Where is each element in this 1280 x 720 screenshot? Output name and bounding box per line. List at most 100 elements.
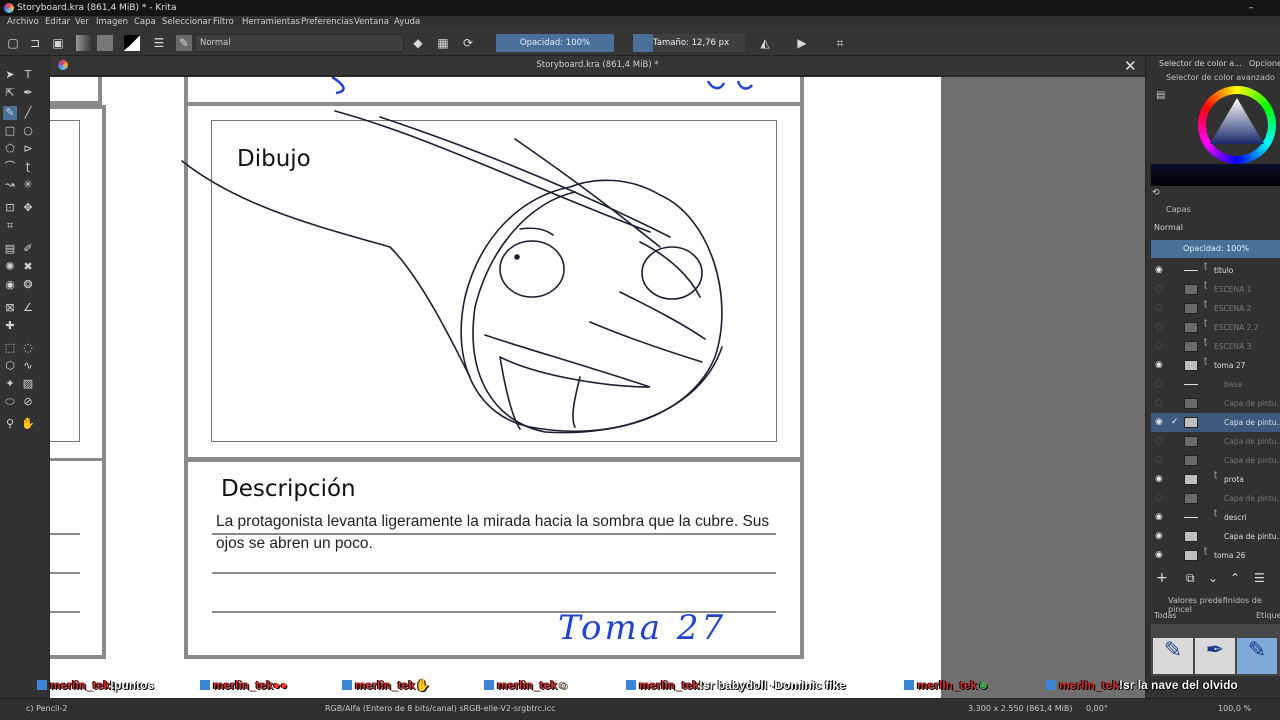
layer-row[interactable]: ○ base (1151, 375, 1280, 394)
color-settings-icon[interactable]: ▤ (1156, 90, 1165, 101)
polygon-tool-icon[interactable]: ⬠ (3, 142, 17, 156)
duplicate-layer-icon[interactable]: ⧉ (1186, 571, 1195, 586)
enclose-fill-icon[interactable]: ❂ (21, 278, 35, 292)
minimize-button[interactable]: – (1244, 0, 1258, 16)
layer-row[interactable]: ○ Capa de pintu... (1151, 489, 1280, 508)
gradient-tool-icon[interactable]: ▤ (3, 242, 17, 256)
options-tab[interactable]: Opcione (1249, 59, 1280, 68)
menu-editar[interactable]: Editar (45, 17, 70, 27)
open-folder-icon[interactable]: ⊐ (27, 35, 43, 51)
menu-filtro[interactable]: Filtro (213, 17, 234, 27)
visibility-eye-icon[interactable]: ◉ (1155, 265, 1166, 276)
bezier-tool-icon[interactable]: ⌒ (3, 160, 17, 174)
mirror-horizontal-icon[interactable]: ◭ (757, 35, 773, 51)
layer-row[interactable]: ◉ ʈ toma 27 (1151, 356, 1280, 375)
brush-preset-pen-icon[interactable]: ✒ (1195, 638, 1235, 674)
close-document-button[interactable]: ✕ (1124, 57, 1137, 75)
smart-patch-icon[interactable]: ✖ (21, 260, 35, 274)
save-icon[interactable]: ▣ (50, 35, 66, 51)
freehand-brush-icon[interactable]: ✎ (3, 106, 17, 120)
brush-tag-select[interactable]: Etique (1256, 611, 1280, 620)
visibility-eye-icon[interactable]: ◉ (1155, 474, 1166, 485)
visibility-eye-icon[interactable]: ◉ (1155, 512, 1166, 523)
layer-row[interactable]: ○ Capa de pintu... (1151, 394, 1280, 413)
select-shapes-icon[interactable]: ➤ (3, 68, 17, 82)
brush-settings-icon[interactable]: ☰ (151, 35, 167, 51)
rectangle-tool-icon[interactable]: □ (3, 124, 17, 138)
move-layer-down-icon[interactable]: ⌄ (1208, 571, 1218, 585)
menu-ventana[interactable]: Ventana (354, 17, 389, 27)
reference-images-icon[interactable]: ✚ (3, 319, 17, 333)
visibility-eye-icon[interactable]: ○ (1155, 455, 1166, 466)
visibility-eye-icon[interactable]: ○ (1155, 493, 1166, 504)
opacity-slider[interactable]: Opacidad: 100% (496, 34, 614, 52)
color-triangle[interactable] (1206, 96, 1268, 146)
visibility-eye-icon[interactable]: ○ (1155, 303, 1166, 314)
menu-ver[interactable]: Ver (75, 17, 89, 27)
menu-seleccionar[interactable]: Seleccionar (162, 17, 211, 27)
rect-select-icon[interactable]: ⬚ (3, 341, 17, 355)
layer-menu-icon[interactable]: ☰ (1254, 571, 1265, 585)
freehand-select-icon[interactable]: ∿ (21, 359, 35, 373)
layer-row[interactable]: ○ ʈ ESCENA 1 (1151, 280, 1280, 299)
ellipse-select-icon[interactable]: ◌ (21, 341, 35, 355)
visibility-eye-icon[interactable]: ◉ (1155, 417, 1166, 428)
crop-tool-icon[interactable]: ⌗ (3, 219, 17, 233)
layer-row[interactable]: ○ ʈ ESCENA 3 (1151, 337, 1280, 356)
menu-capa[interactable]: Capa (134, 17, 156, 27)
blend-mode-select[interactable]: Normal (195, 34, 404, 52)
color-selector-tab[interactable]: Selector de color a... (1159, 59, 1242, 68)
visibility-eye-icon[interactable]: ○ (1155, 436, 1166, 447)
foreground-background-color-icon[interactable] (124, 35, 140, 51)
eraser-icon[interactable]: ◆ (410, 35, 426, 51)
layer-row[interactable]: ◉ ʈ toma 26 (1151, 546, 1280, 565)
layer-row[interactable]: ◉ ʈ descri (1151, 508, 1280, 527)
polygon-select-icon[interactable]: ⬡ (3, 359, 17, 373)
wrap-around-icon[interactable]: ⌗ (832, 35, 848, 51)
transform-tool-icon[interactable]: ⊡ (3, 201, 17, 215)
menu-imagen[interactable]: Imagen (96, 17, 128, 27)
visibility-eye-icon[interactable]: ◉ (1155, 531, 1166, 542)
calligraphy-icon[interactable]: ✒ (21, 86, 35, 100)
layer-row[interactable]: ◉ ʈ titulo (1151, 261, 1280, 280)
refresh-icon[interactable]: ⟲ (1152, 188, 1160, 198)
measure-tool-icon[interactable]: ∠ (21, 301, 35, 315)
layer-row[interactable]: ○ Capa de pintu... (1151, 432, 1280, 451)
visibility-eye-icon[interactable]: ◉ (1155, 550, 1166, 561)
edit-shapes-icon[interactable]: ⇱ (3, 86, 17, 100)
magnetic-select-icon[interactable]: ⊘ (21, 395, 35, 409)
pattern-icon[interactable] (97, 35, 113, 51)
mirror-vertical-icon[interactable]: ▶ (794, 35, 810, 51)
assistant-tool-icon[interactable]: ⊠ (3, 301, 17, 315)
zoom-tool-icon[interactable]: ⚲ (3, 417, 17, 431)
visibility-eye-icon[interactable]: ○ (1155, 398, 1166, 409)
status-brush-name[interactable]: c) Pencil-2 (26, 704, 67, 713)
brush-preset-icon[interactable]: ✎ (176, 35, 192, 51)
menu-preferencias[interactable]: Preferencias (301, 17, 353, 27)
visibility-eye-icon[interactable]: ○ (1155, 379, 1166, 390)
colorize-mask-icon[interactable]: ✺ (3, 260, 17, 274)
menu-ayuda[interactable]: Ayuda (394, 17, 420, 27)
contiguous-select-icon[interactable]: ✦ (3, 377, 17, 391)
pan-tool-icon[interactable]: ✋ (21, 417, 35, 431)
gradient-icon[interactable] (76, 35, 92, 51)
brush-filter-select[interactable]: Todas (1154, 611, 1177, 620)
layer-row[interactable]: ○ ʈ ESCENA 2.2 (1151, 318, 1280, 337)
layers-blend-mode[interactable]: Normal (1154, 223, 1183, 232)
similar-color-select-icon[interactable]: ▨ (21, 377, 35, 391)
menu-archivo[interactable]: Archivo (7, 17, 39, 27)
layers-opacity-slider[interactable]: Opacidad: 100% (1151, 240, 1280, 258)
menu-herramientas[interactable]: Herramientas (242, 17, 300, 27)
alpha-lock-icon[interactable]: ▦ (435, 35, 451, 51)
add-layer-icon[interactable]: + (1156, 570, 1168, 586)
visibility-eye-icon[interactable]: ○ (1155, 284, 1166, 295)
line-tool-icon[interactable]: ╱ (21, 106, 35, 120)
color-picker-icon[interactable]: ✐ (21, 242, 35, 256)
brush-preset-ink-icon[interactable]: ✎ (1237, 638, 1277, 674)
ellipse-tool-icon[interactable]: ○ (21, 124, 35, 138)
layer-row[interactable]: ◉ ʈ prota (1151, 470, 1280, 489)
brush-preset-pencil-icon[interactable]: ✎ (1153, 638, 1193, 674)
visibility-eye-icon[interactable]: ○ (1155, 322, 1166, 333)
layer-row-selected[interactable]: ◉ ✓ Capa de pintu... (1151, 413, 1280, 432)
color-history-strip[interactable] (1151, 164, 1280, 186)
